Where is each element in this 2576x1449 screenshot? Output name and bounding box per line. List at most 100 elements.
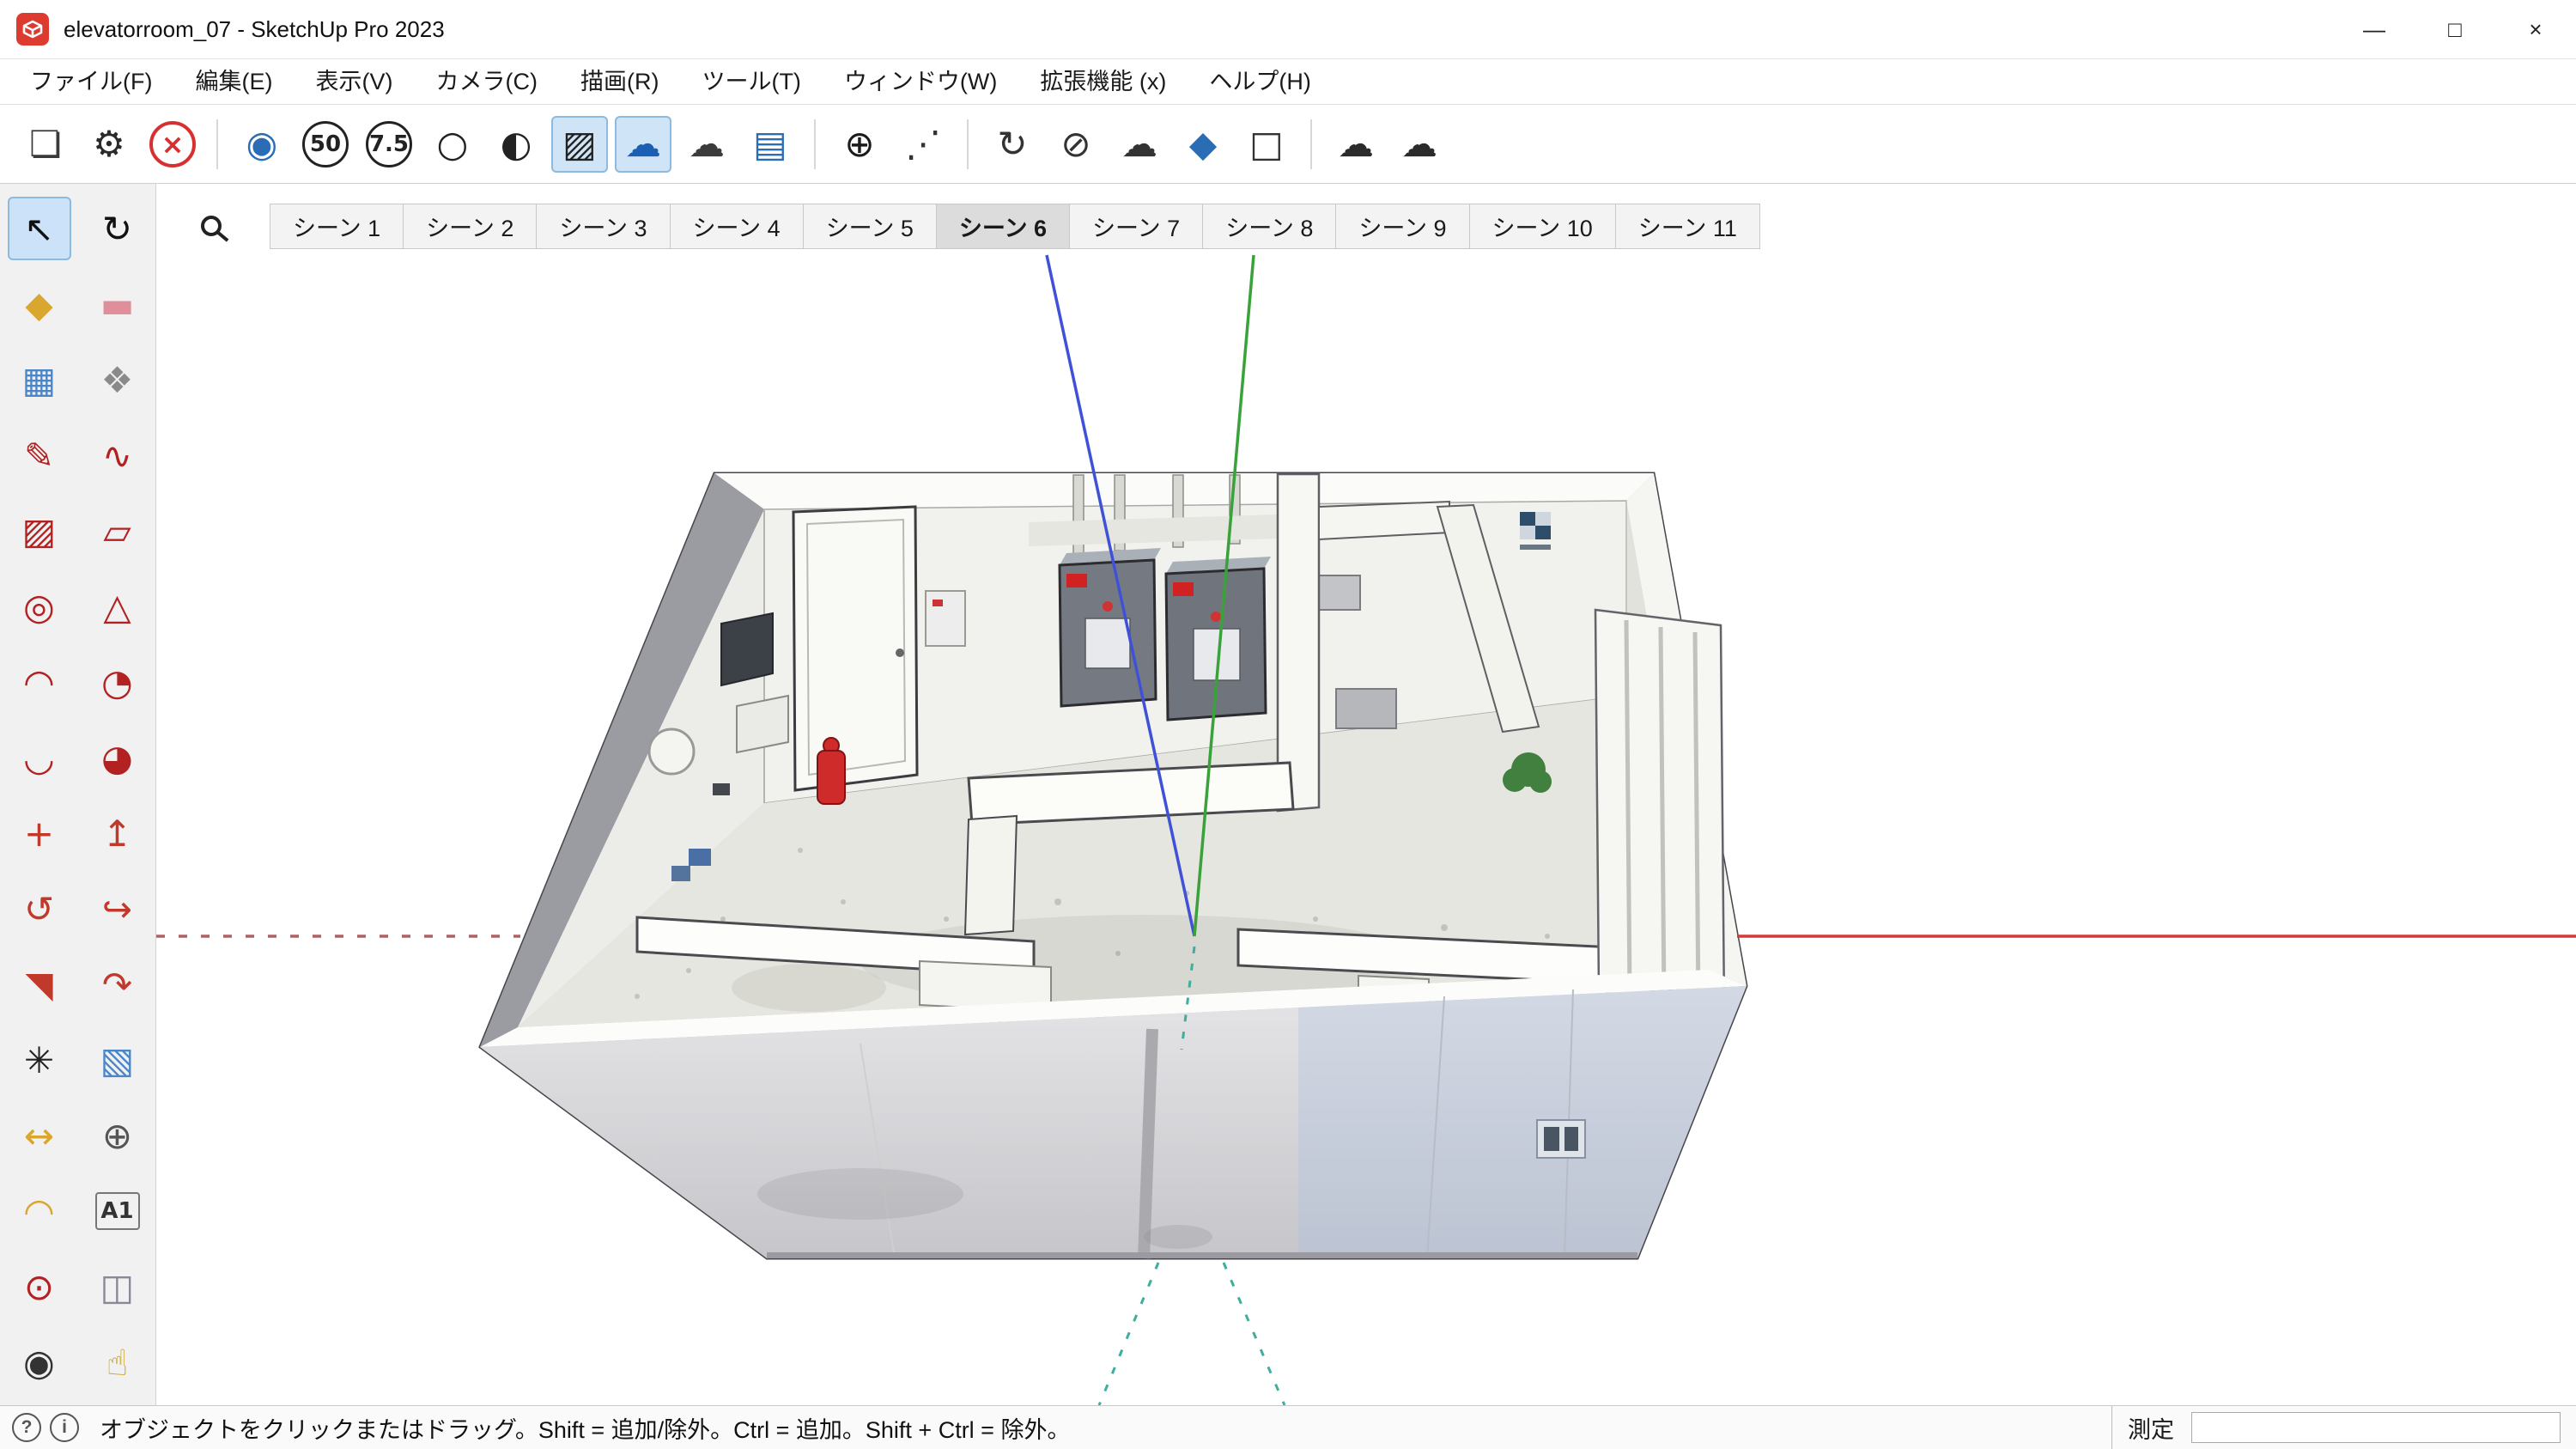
follow-me-tool[interactable]: ↪ <box>86 877 149 941</box>
menu-help[interactable]: ヘルプ(H) <box>1188 59 1332 104</box>
toolbar-separator <box>216 119 218 169</box>
tag-tool[interactable]: ❖ <box>86 348 149 411</box>
measurement-section: 測定 <box>2111 1406 2576 1449</box>
clip-box-edit-button[interactable]: □ <box>1238 116 1295 173</box>
polygon-tool[interactable]: △ <box>86 575 149 638</box>
sketchup-logo <box>15 12 50 46</box>
tape-measure-tool[interactable]: ↔ <box>8 1104 71 1167</box>
point-density-50-button[interactable]: 50 <box>302 121 349 167</box>
info-icon[interactable]: i <box>50 1413 79 1442</box>
point-density-75-button[interactable]: 7.5 <box>366 121 412 167</box>
open-file-button[interactable]: ❏ <box>17 116 74 173</box>
tab-scene-10[interactable]: シーン 10 <box>1469 204 1615 249</box>
cloud-download-button[interactable]: ☁ <box>678 116 735 173</box>
scene-tabs: シーン 1シーン 2シーン 3シーン 4シーン 5シーン 6シーン 7シーン 8… <box>156 204 2576 247</box>
cloud-select-layers-button[interactable]: ▤ <box>742 116 799 173</box>
measurement-input[interactable] <box>2191 1412 2561 1443</box>
push-pull-tool[interactable]: ↥ <box>86 801 149 865</box>
search-scenes-icon[interactable] <box>201 216 222 236</box>
menu-window[interactable]: ウィンドウ(W) <box>823 59 1018 104</box>
tab-scene-8[interactable]: シーン 8 <box>1202 204 1335 249</box>
menu-file[interactable]: ファイル(F) <box>9 59 173 104</box>
tab-scene-9[interactable]: シーン 9 <box>1335 204 1468 249</box>
menu-view[interactable]: 表示(V) <box>294 59 414 104</box>
component-tool[interactable]: ▦ <box>8 348 71 411</box>
tab-scene-6[interactable]: シーン 6 <box>936 204 1069 249</box>
tool-palette: ↖↻◆▬▦❖✎∿▨▱◎△◠◔◡◕+↥↺↪◥↷✳▧↔⊕◠A1⊙◫◉☝ <box>0 184 156 1405</box>
point-style-contrast-button[interactable]: ◐ <box>488 116 544 173</box>
pan-tool[interactable]: ☝ <box>86 1330 149 1394</box>
help-icon[interactable]: ? <box>12 1413 41 1442</box>
text-tool[interactable]: A1 <box>95 1192 140 1230</box>
window-title: elevatorroom_07 - SketchUp Pro 2023 <box>64 16 445 43</box>
match-photo-tool[interactable]: ▧ <box>86 1028 149 1092</box>
sketchup-window: elevatorroom_07 - SketchUp Pro 2023 — □ … <box>0 0 2576 1449</box>
add-point-button[interactable]: ⊕ <box>831 116 888 173</box>
axes-tool[interactable]: ⊕ <box>86 1104 149 1167</box>
menu-edit[interactable]: 編集(E) <box>173 59 294 104</box>
tab-scene-3[interactable]: シーン 3 <box>536 204 669 249</box>
menu-extensions[interactable]: 拡張機能 (x) <box>1018 59 1188 104</box>
position-camera-tool[interactable]: ◉ <box>8 1330 71 1394</box>
circle-tool[interactable]: ◎ <box>8 575 71 638</box>
three-point-arc-tool[interactable]: ◕ <box>86 726 149 789</box>
tab-scene-1[interactable]: シーン 1 <box>270 204 403 249</box>
minimize-button[interactable]: — <box>2334 0 2415 58</box>
clip-box-fill-button[interactable]: ◆ <box>1175 116 1231 173</box>
offset-tool[interactable]: ↷ <box>86 953 149 1016</box>
point-cloud-color-button[interactable]: ◉ <box>234 116 290 173</box>
eraser-tool[interactable]: ▬ <box>86 272 149 336</box>
weld-tool[interactable]: ✳ <box>8 1028 71 1092</box>
toolbar-separator <box>967 119 969 169</box>
pie-tool[interactable]: ◔ <box>86 650 149 714</box>
tab-scene-5[interactable]: シーン 5 <box>803 204 936 249</box>
scale-tool[interactable]: ◥ <box>8 953 71 1016</box>
clip-box-cloud-button[interactable]: ☁ <box>1111 116 1168 173</box>
arc-tool[interactable]: ◠ <box>8 650 71 714</box>
tab-scene-7[interactable]: シーン 7 <box>1069 204 1202 249</box>
model-3d-view[interactable] <box>156 249 2576 1405</box>
orbit-tool[interactable]: ↻ <box>86 197 149 260</box>
clip-box-disable-button[interactable]: ⊘ <box>1048 116 1104 173</box>
rotate-tool[interactable]: ↺ <box>8 877 71 941</box>
protractor-tool[interactable]: ◠ <box>8 1179 71 1243</box>
toolbar-separator <box>1310 119 1312 169</box>
status-hint: オブジェクトをクリックまたはドラッグ。Shift = 追加/除外。Ctrl = … <box>100 1411 1070 1445</box>
freehand-tool[interactable]: ∿ <box>86 423 149 487</box>
tab-scene-11[interactable]: シーン 11 <box>1615 204 1760 249</box>
room-model[interactable] <box>480 473 1747 1258</box>
maximize-button[interactable]: □ <box>2415 0 2495 58</box>
cloud-reload-button[interactable]: ☁ <box>1327 116 1384 173</box>
clip-box-rotate-button[interactable]: ↻ <box>984 116 1041 173</box>
menu-bar: ファイル(F)編集(E)表示(V)カメラ(C)描画(R)ツール(T)ウィンドウ(… <box>0 59 2576 105</box>
close-button[interactable]: × <box>2495 0 2576 58</box>
tab-scene-2[interactable]: シーン 2 <box>403 204 536 249</box>
rotated-rectangle-tool[interactable]: ▱ <box>86 499 149 563</box>
two-point-arc-tool[interactable]: ◡ <box>8 726 71 789</box>
window-controls: — □ × <box>2334 0 2576 58</box>
measurement-label: 測定 <box>2128 1411 2174 1445</box>
point-style-plain-button[interactable]: ○ <box>424 116 481 173</box>
point-style-hatch-button[interactable]: ▨ <box>551 116 608 173</box>
paint-bucket-tool[interactable]: ◆ <box>8 272 71 336</box>
cancel-operation-button[interactable]: × <box>149 121 196 167</box>
toolbar-separator <box>814 119 816 169</box>
title-bar: elevatorroom_07 - SketchUp Pro 2023 — □ … <box>0 0 2576 59</box>
cloud-refresh-button[interactable]: ☁ <box>615 116 671 173</box>
menu-tools[interactable]: ツール(T) <box>680 59 822 104</box>
line-tool[interactable]: ✎ <box>8 423 71 487</box>
menu-draw[interactable]: 描画(R) <box>559 59 680 104</box>
viewport[interactable]: シーン 1シーン 2シーン 3シーン 4シーン 5シーン 6シーン 7シーン 8… <box>156 184 2576 1405</box>
move-tool[interactable]: + <box>8 801 71 865</box>
dimension-tool[interactable]: ⊙ <box>8 1255 71 1318</box>
rectangle-tool[interactable]: ▨ <box>8 499 71 563</box>
select-tool[interactable]: ↖ <box>8 197 71 260</box>
cloud-sync-button[interactable]: ☁ <box>1391 116 1448 173</box>
menu-camera[interactable]: カメラ(C) <box>414 59 558 104</box>
measure-points-button[interactable]: ⋰ <box>895 116 951 173</box>
main-toolbar: ❏⚙×◉507.5○◐▨☁☁▤⊕⋰↻⊘☁◆□☁☁ <box>0 105 2576 184</box>
tab-scene-4[interactable]: シーン 4 <box>670 204 803 249</box>
status-bar: ? i オブジェクトをクリックまたはドラッグ。Shift = 追加/除外。Ctr… <box>0 1405 2576 1449</box>
settings-gear-button[interactable]: ⚙ <box>81 116 137 173</box>
section-plane-tool[interactable]: ◫ <box>86 1255 149 1318</box>
